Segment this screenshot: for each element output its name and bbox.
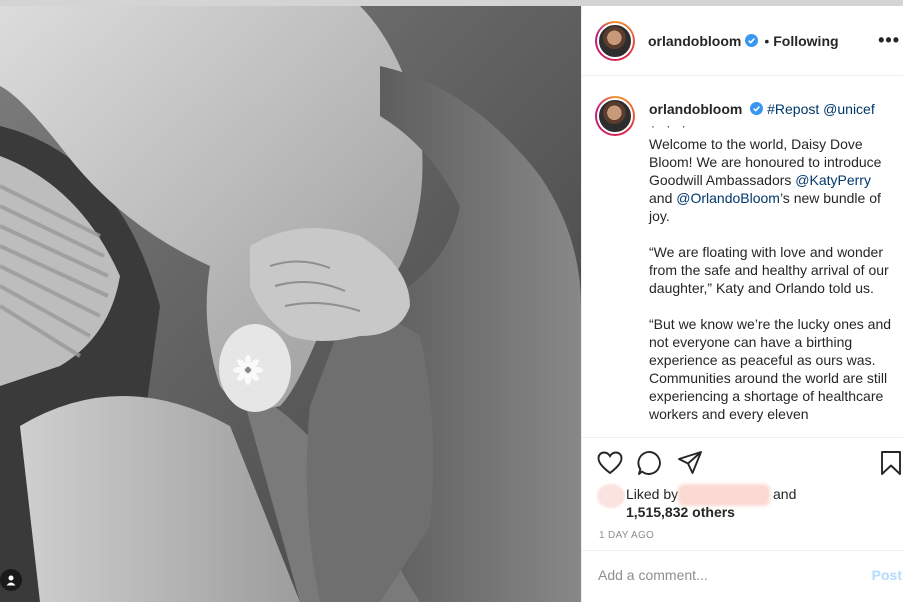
heart-icon[interactable] [597, 450, 623, 476]
repost-mention[interactable]: @unicef [823, 101, 875, 117]
post-photo[interactable] [0, 6, 581, 602]
share-icon[interactable] [677, 450, 703, 476]
likes-count[interactable]: 1,515,832 others [626, 504, 735, 520]
bookmark-icon[interactable] [878, 450, 903, 476]
post-comment-button[interactable]: Post [872, 567, 902, 583]
caption-text: Welcome to the world, Daisy Dove Bloom! … [649, 135, 893, 423]
repost-hashtag[interactable]: #Repost [767, 101, 819, 117]
more-horizontal-icon[interactable]: ••• [878, 30, 900, 51]
photo-illustration [0, 6, 581, 602]
liked-by-label: Liked by [626, 486, 679, 502]
tagged-users-button[interactable] [0, 569, 22, 591]
caption-area: orlandobloom #Repost @unicef · · · Welco… [582, 77, 903, 437]
liker-avatar[interactable] [597, 484, 625, 508]
caption-paragraph-2: “We are floating with love and wonder fr… [649, 244, 889, 296]
comment-form: Post [582, 550, 903, 602]
mention-katyperry[interactable]: @KatyPerry [795, 172, 871, 188]
caption-paragraph-3: “But we know we’re the lucky ones and no… [649, 316, 892, 422]
header-avatar[interactable] [595, 20, 635, 61]
caption-avatar[interactable] [595, 96, 635, 136]
post-actions: Liked by and 1,515,832 others 1 DAY AGO [582, 437, 903, 557]
caption-username[interactable]: orlandobloom [649, 101, 742, 117]
header-username[interactable]: orlandobloom [648, 33, 741, 49]
caption-dots: · · · [651, 119, 690, 133]
liker-name-redacted[interactable] [678, 484, 770, 506]
verified-badge-icon [745, 34, 759, 47]
header-separator: • [764, 32, 770, 49]
caption-paragraph-1: Welcome to the world, Daisy Dove Bloom! … [649, 136, 882, 224]
post-header: orlandobloom • Following ••• [582, 6, 903, 76]
mention-orlandobloom[interactable]: @OrlandoBloom [676, 190, 780, 206]
likes-and-label: and [773, 486, 797, 502]
post-side-panel: orlandobloom • Following ••• orlandobloo… [581, 6, 903, 602]
comment-input[interactable] [598, 567, 838, 583]
post-timestamp[interactable]: 1 DAY AGO [599, 530, 654, 541]
verified-badge-icon [750, 102, 764, 115]
following-button[interactable]: Following [773, 33, 838, 49]
caption-author-line: orlandobloom #Repost @unicef [649, 101, 875, 117]
user-icon [6, 575, 16, 586]
comment-icon[interactable] [637, 450, 663, 476]
